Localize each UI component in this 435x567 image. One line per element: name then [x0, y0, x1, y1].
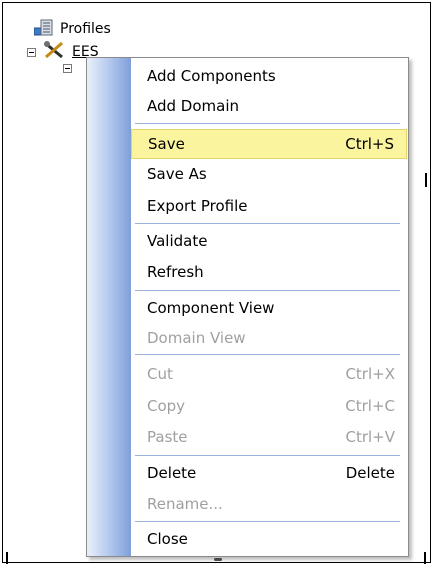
menu-separator: [135, 521, 400, 522]
scroll-stub: [214, 558, 222, 561]
menu-item-delete[interactable]: Delete Delete: [131, 458, 407, 488]
menu-separator: [135, 223, 400, 224]
side-marker: [425, 173, 427, 187]
context-menu: Add Components Add Domain Save Ctrl+S Sa…: [86, 57, 409, 557]
menu-item-cut[interactable]: Cut Ctrl+X: [131, 359, 407, 389]
menu-item-save[interactable]: Save Ctrl+S: [131, 129, 407, 159]
menu-item-validate[interactable]: Validate: [131, 226, 407, 256]
tree-node-collapsed[interactable]: [63, 64, 72, 73]
menu-separator: [135, 455, 400, 456]
collapse-toggle-icon[interactable]: [27, 47, 36, 57]
menu-item-refresh[interactable]: Refresh: [131, 257, 407, 287]
menu-item-add-domain[interactable]: Add Domain: [131, 91, 407, 121]
menu-item-save-as[interactable]: Save As: [131, 159, 407, 189]
menu-item-export-profile[interactable]: Export Profile: [131, 191, 407, 221]
tree-root[interactable]: Profiles: [33, 18, 111, 40]
menu-item-add-components[interactable]: Add Components: [131, 61, 407, 91]
menu-separator: [135, 354, 400, 355]
tools-icon: [42, 40, 66, 64]
menu-item-paste[interactable]: Paste Ctrl+V: [131, 422, 407, 452]
side-marker: [424, 552, 426, 564]
menu-gutter: [87, 58, 131, 556]
menu-separator: [135, 290, 400, 291]
menu-item-rename[interactable]: Rename...: [131, 489, 407, 519]
menu-item-copy[interactable]: Copy Ctrl+C: [131, 391, 407, 421]
tree-root-label: Profiles: [60, 21, 111, 37]
menu-item-close[interactable]: Close: [131, 524, 407, 554]
menu-item-component-view[interactable]: Component View: [131, 293, 407, 323]
collapse-toggle-icon[interactable]: [63, 64, 72, 73]
profiles-icon: [33, 18, 54, 40]
menu-separator: [135, 123, 400, 124]
side-marker: [6, 552, 8, 564]
menu-item-domain-view[interactable]: Domain View: [131, 323, 407, 353]
